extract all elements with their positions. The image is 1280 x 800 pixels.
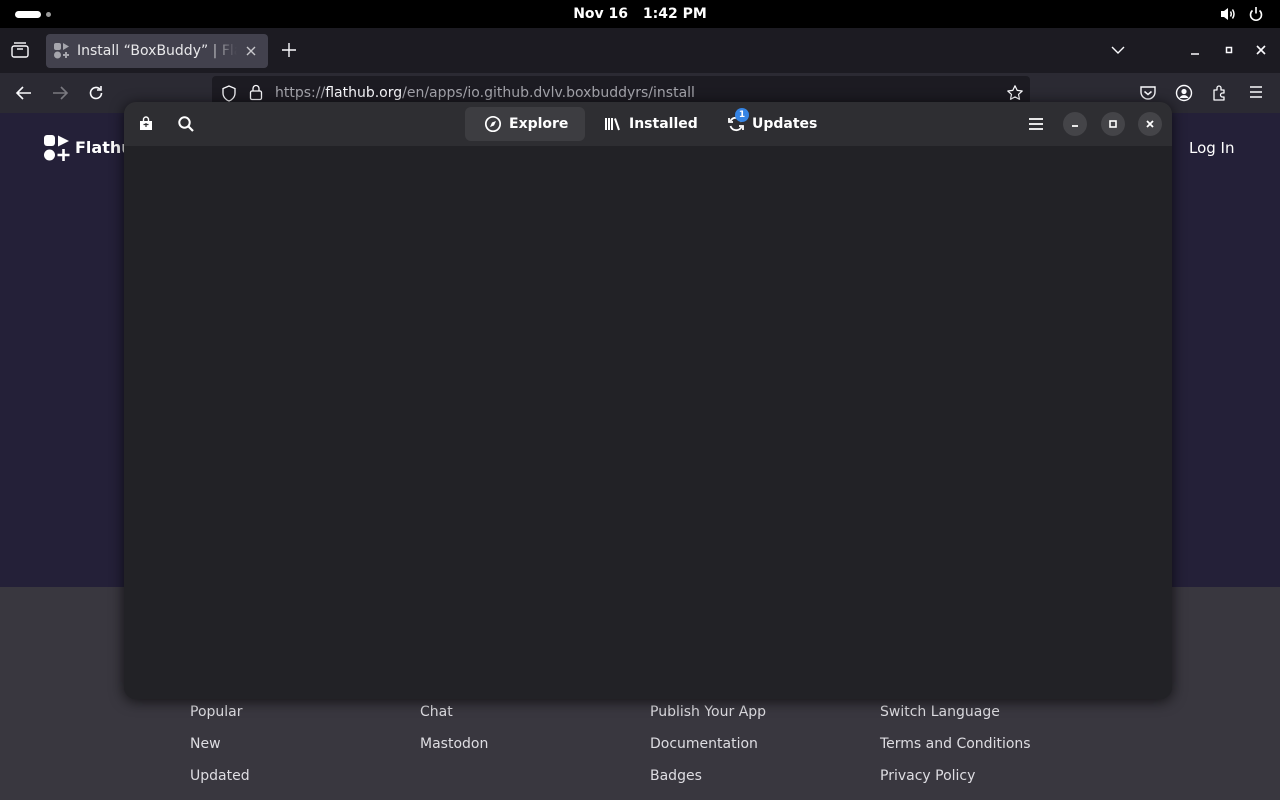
list-all-tabs-icon[interactable] — [1109, 43, 1127, 57]
system-top-bar: Nov 16 1:42 PM — [0, 0, 1280, 28]
tab-updates-label: Updates — [752, 116, 818, 132]
footer-column-developers: Publish Your App Documentation Badges — [650, 702, 766, 798]
volume-icon[interactable] — [1219, 6, 1237, 22]
footer-column-community: Chat Mastodon — [420, 702, 488, 766]
software-window: Explore Installed Updates 1 — [124, 102, 1172, 699]
bookmark-star-icon[interactable] — [1006, 84, 1024, 102]
workspace-dot[interactable] — [46, 12, 51, 17]
footer-link[interactable]: Privacy Policy — [880, 766, 1031, 798]
tracking-protection-icon[interactable] — [221, 85, 237, 102]
clock[interactable]: Nov 16 1:42 PM — [0, 0, 1280, 28]
footer-link[interactable]: Chat — [420, 702, 488, 734]
tab-title: Install “BoxBuddy” | Flathub — [77, 43, 237, 59]
tab-installed-label: Installed — [629, 116, 698, 132]
updates-count-badge: 1 — [735, 108, 749, 122]
account-icon[interactable] — [1175, 84, 1193, 102]
hamburger-menu-icon[interactable] — [1248, 85, 1264, 99]
url-host: flathub.org — [325, 85, 403, 101]
footer-column-flathub: Switch Language Terms and Conditions Pri… — [880, 702, 1031, 798]
software-header-bar: Explore Installed Updates 1 — [124, 102, 1172, 146]
browser-tab-strip: Install “BoxBuddy” | Flathub — [0, 28, 1280, 73]
login-link[interactable]: Log In — [1189, 137, 1235, 159]
url-scheme: https:// — [275, 85, 326, 101]
pocket-icon[interactable] — [1139, 84, 1157, 102]
footer-column-applications: Popular New Updated — [190, 702, 250, 798]
extensions-icon[interactable] — [1211, 84, 1229, 102]
url-path: /en/apps/io.github.dvlv.boxbuddyrs/insta… — [402, 85, 695, 101]
clock-time: 1:42 PM — [642, 6, 707, 22]
back-arrow-icon[interactable] — [14, 84, 34, 102]
main-menu-icon[interactable] — [1020, 108, 1052, 140]
new-tab-icon[interactable] — [281, 42, 297, 58]
footer-link[interactable]: Terms and Conditions — [880, 734, 1031, 766]
tab-close-icon[interactable] — [244, 44, 258, 58]
firefox-view-icon[interactable] — [8, 38, 32, 62]
footer-link[interactable]: New — [190, 734, 250, 766]
library-icon — [604, 115, 622, 133]
software-store-icon[interactable] — [130, 108, 162, 140]
software-content-area — [124, 146, 1172, 699]
search-icon[interactable] — [170, 108, 202, 140]
footer-link[interactable]: Mastodon — [420, 734, 488, 766]
footer-link[interactable]: Switch Language — [880, 702, 1031, 734]
forward-arrow-icon[interactable] — [50, 84, 70, 102]
browser-maximize-icon[interactable] — [1221, 43, 1237, 57]
lock-icon[interactable] — [249, 84, 263, 101]
close-button[interactable] — [1138, 112, 1162, 136]
browser-tab-active[interactable]: Install “BoxBuddy” | Flathub — [46, 34, 268, 68]
footer-link[interactable]: Documentation — [650, 734, 766, 766]
footer-link[interactable]: Badges — [650, 766, 766, 798]
flathub-favicon-icon — [54, 43, 70, 59]
flathub-logo-icon[interactable] — [44, 135, 70, 161]
footer-link[interactable]: Updated — [190, 766, 250, 798]
maximize-button[interactable] — [1101, 112, 1125, 136]
power-icon[interactable] — [1247, 6, 1265, 22]
browser-minimize-icon[interactable] — [1187, 44, 1203, 58]
minimize-button[interactable] — [1063, 112, 1087, 136]
tab-explore[interactable]: Explore — [465, 107, 585, 141]
compass-icon — [484, 115, 502, 133]
footer-link[interactable]: Publish Your App — [650, 702, 766, 734]
reload-icon[interactable] — [86, 83, 106, 103]
activities-indicator[interactable] — [15, 11, 41, 18]
footer-link[interactable]: Popular — [190, 702, 250, 734]
tab-installed[interactable]: Installed — [598, 107, 708, 141]
tab-explore-label: Explore — [509, 116, 569, 132]
clock-date: Nov 16 — [573, 6, 629, 22]
browser-close-icon[interactable] — [1254, 43, 1268, 57]
